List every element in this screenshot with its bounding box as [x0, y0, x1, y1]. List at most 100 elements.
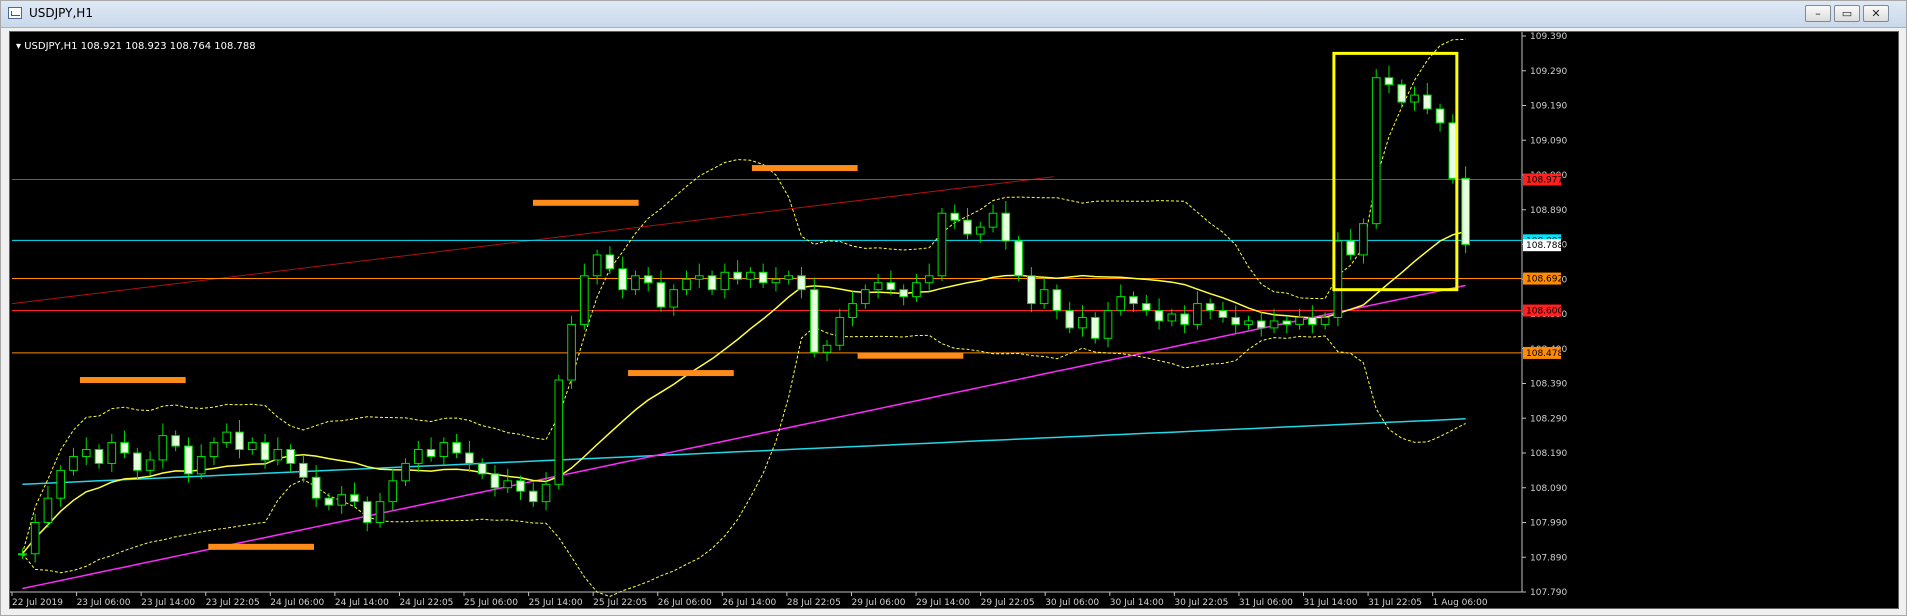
candle-body	[1027, 275, 1036, 305]
time-tick-label: 1 Aug 06:00	[1433, 598, 1488, 608]
candle-body	[1422, 94, 1432, 110]
candle-body	[1141, 303, 1151, 312]
candle-body	[120, 442, 129, 454]
candle-body	[809, 289, 819, 353]
candle-body	[299, 462, 308, 478]
time-tick-label: 23 Jul 14:00	[141, 598, 195, 608]
candle-body	[924, 275, 934, 284]
candle-body	[605, 254, 615, 270]
middle-band-line	[21, 230, 1466, 555]
symbol-header: ▾ USDJPY,H1 108.921 108.923 108.764 108.…	[16, 41, 256, 52]
candle-body	[196, 455, 206, 475]
candle-body	[592, 254, 602, 277]
candle-body	[1295, 316, 1304, 325]
candle-body	[631, 275, 640, 291]
candle-body	[975, 226, 985, 235]
candle-body	[1461, 177, 1470, 246]
close-icon: ✕	[1871, 7, 1881, 20]
candle-body	[490, 473, 500, 489]
time-tick-label: 30 Jul 22:05	[1174, 598, 1228, 608]
candle-body	[682, 278, 691, 291]
candle-body	[1116, 296, 1126, 312]
price-chart[interactable]: 109.390109.290109.190109.090108.990108.8…	[10, 32, 1898, 608]
candle-body	[1320, 316, 1330, 325]
title-bar[interactable]: USDJPY,H1 – ▭ ✕	[1, 1, 1906, 28]
candle-body	[222, 431, 232, 444]
candle-body	[1014, 240, 1023, 277]
price-tick-label: 107.790	[1530, 588, 1567, 598]
candle-body	[835, 316, 845, 346]
restore-button[interactable]: ▭	[1834, 5, 1860, 22]
candle-body	[401, 462, 410, 482]
window-title: USDJPY,H1	[29, 6, 93, 20]
price-tick-label: 108.390	[1530, 380, 1567, 390]
time-tick-label: 25 Jul 14:00	[529, 598, 583, 608]
candle-body	[1231, 316, 1241, 325]
candle-body	[1384, 77, 1394, 86]
candle-body	[133, 452, 142, 471]
candle-body	[43, 497, 53, 523]
candle-body	[1001, 212, 1011, 242]
candle-body	[784, 275, 794, 280]
time-tick-label: 23 Jul 22:05	[206, 598, 260, 608]
candle-body	[362, 501, 372, 523]
minimize-icon: –	[1815, 7, 1821, 20]
time-tick-label: 31 Jul 22:05	[1368, 598, 1422, 608]
price-tick-label: 108.090	[1530, 484, 1567, 494]
candle-body	[541, 483, 551, 503]
price-tick-label: 109.390	[1530, 32, 1567, 42]
candle-body	[452, 442, 461, 454]
candle-body	[950, 212, 960, 221]
long-moving-average-line	[22, 418, 1466, 486]
candle-body	[1308, 316, 1317, 325]
candle-body	[886, 282, 896, 291]
chart-area[interactable]: 109.390109.290109.190109.090108.990108.8…	[9, 31, 1899, 609]
candle-body	[56, 469, 66, 499]
candle-body	[94, 449, 104, 464]
candle-body	[656, 282, 666, 308]
time-tick-label: 31 Jul 14:00	[1304, 598, 1358, 608]
candle-body	[1103, 310, 1113, 339]
candle-body	[286, 449, 295, 464]
candle-body	[69, 455, 78, 471]
support-resistance-zone	[628, 370, 734, 377]
candle-body	[580, 275, 589, 325]
close-button[interactable]: ✕	[1863, 5, 1889, 22]
candle-body	[1205, 303, 1215, 312]
price-tick-label: 107.990	[1530, 519, 1567, 529]
symbol-ohlc-text: USDJPY,H1 108.921 108.923 108.764 108.78…	[24, 41, 256, 52]
candle-body	[554, 379, 564, 485]
candle-body	[273, 449, 283, 461]
candle-body	[209, 442, 219, 457]
time-tick-label: 24 Jul 14:00	[335, 598, 389, 608]
dropdown-arrow-icon[interactable]: ▾	[16, 41, 21, 52]
candle-body	[1052, 289, 1062, 312]
candle-body	[758, 271, 768, 284]
time-tick-label: 28 Jul 22:05	[787, 598, 841, 608]
candle-body	[1167, 313, 1177, 322]
candle-body	[733, 271, 742, 280]
candle-body	[465, 452, 474, 464]
minimize-button[interactable]: –	[1805, 5, 1831, 22]
candle-body	[1359, 223, 1368, 256]
candle-body	[413, 449, 423, 464]
candle-body	[1256, 320, 1266, 329]
time-tick-label: 26 Jul 14:00	[722, 598, 776, 608]
price-tick-label: 108.290	[1530, 414, 1567, 424]
price-label-text: 108.600	[1526, 307, 1563, 317]
candle-body	[528, 490, 538, 503]
time-tick-label: 24 Jul 06:00	[270, 598, 324, 608]
candle-body	[1090, 316, 1100, 339]
candle-body	[746, 271, 755, 280]
price-label-text: 108.692	[1526, 275, 1563, 285]
candle-body	[30, 522, 40, 555]
candle-body	[1397, 84, 1407, 103]
candle-body	[1129, 296, 1138, 305]
candle-body	[797, 275, 806, 291]
candle-body	[1410, 94, 1419, 103]
time-tick-label: 29 Jul 14:00	[916, 598, 970, 608]
time-tick-label: 26 Jul 06:00	[658, 598, 712, 608]
candle-body	[439, 442, 449, 457]
support-resistance-zone	[532, 199, 639, 206]
price-tick-label: 108.190	[1530, 449, 1567, 459]
